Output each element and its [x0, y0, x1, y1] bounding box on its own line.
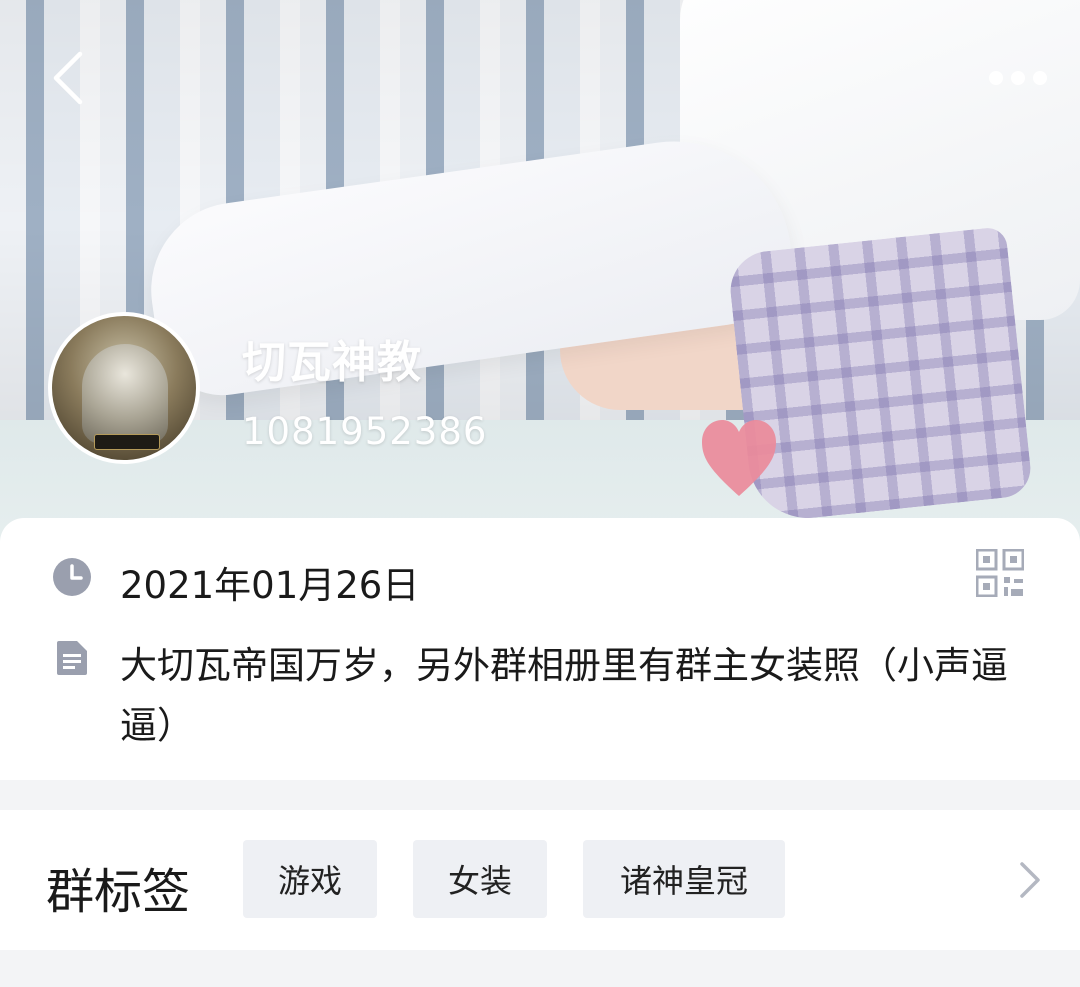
document-icon [57, 641, 87, 675]
group-avatar[interactable] [48, 312, 200, 464]
group-cover-image [0, 0, 1080, 560]
group-introduction: 大切瓦帝国万岁，另外群相册里有群主女装照（小声逼逼） [120, 644, 1008, 747]
avatar-statue [82, 344, 168, 444]
group-id: 1081952386 [242, 410, 488, 453]
heart-sticker-icon [702, 420, 776, 496]
avatar-nameplate [94, 434, 160, 450]
more-dot [1011, 71, 1025, 85]
chevron-right-icon[interactable] [1016, 860, 1044, 900]
group-name: 切瓦神教 [242, 337, 422, 388]
tag-item[interactable]: 女装 [413, 840, 547, 918]
tag-item[interactable]: 诸神皇冠 [583, 840, 785, 918]
qr-code-icon[interactable] [976, 549, 1024, 597]
more-options-button[interactable] [980, 56, 1056, 100]
creation-date: 2021年01月26日 [120, 564, 420, 607]
more-dot [989, 71, 1003, 85]
more-dot [1033, 71, 1047, 85]
tag-item[interactable]: 游戏 [243, 840, 377, 918]
back-button[interactable] [40, 44, 96, 112]
chevron-left-icon [53, 51, 83, 105]
clock-icon [53, 558, 91, 596]
tags-title: 群标签 [46, 864, 191, 920]
